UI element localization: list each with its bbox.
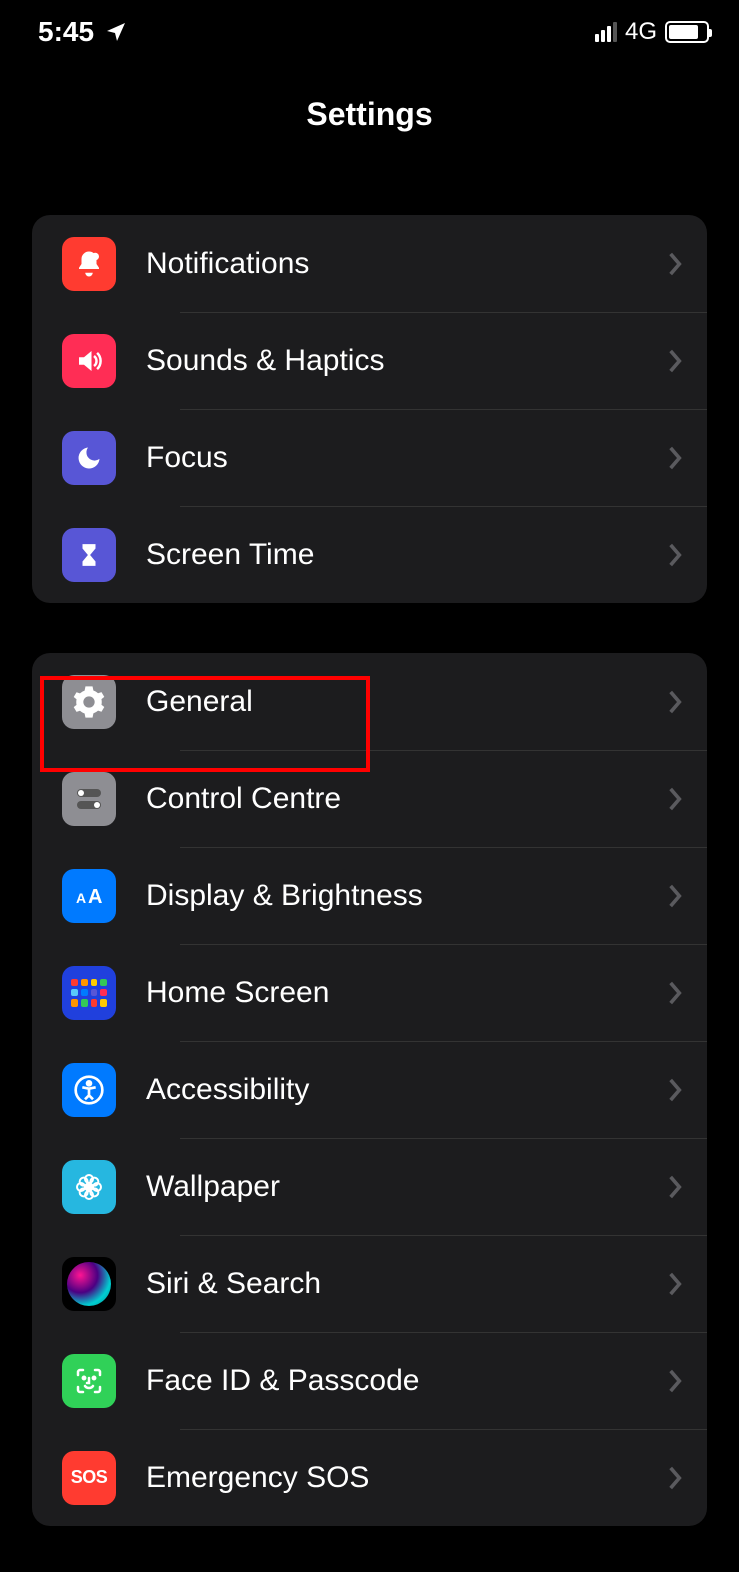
speaker-icon xyxy=(62,334,116,388)
flower-icon xyxy=(62,1160,116,1214)
row-focus[interactable]: Focus xyxy=(32,409,707,506)
row-label: General xyxy=(146,685,667,719)
location-icon xyxy=(104,20,128,44)
homegrid-icon xyxy=(62,966,116,1020)
row-label: Focus xyxy=(146,441,667,475)
row-label: Notifications xyxy=(146,247,667,281)
network-label: 4G xyxy=(625,18,657,46)
row-display-brightness[interactable]: AA Display & Brightness xyxy=(32,847,707,944)
chevron-right-icon xyxy=(667,883,683,909)
chevron-right-icon xyxy=(667,251,683,277)
page-title: Settings xyxy=(0,96,739,133)
row-notifications[interactable]: Notifications xyxy=(32,215,707,312)
chevron-right-icon xyxy=(667,542,683,568)
signal-icon xyxy=(595,22,617,42)
row-label: Accessibility xyxy=(146,1073,667,1107)
row-label: Control Centre xyxy=(146,782,667,816)
row-emergency-sos[interactable]: SOS Emergency SOS xyxy=(32,1429,707,1526)
row-home-screen[interactable]: Home Screen xyxy=(32,944,707,1041)
status-time: 5:45 xyxy=(38,16,94,48)
chevron-right-icon xyxy=(667,1368,683,1394)
row-wallpaper[interactable]: Wallpaper xyxy=(32,1138,707,1235)
chevron-right-icon xyxy=(667,1174,683,1200)
moon-icon xyxy=(62,431,116,485)
accessibility-icon xyxy=(62,1063,116,1117)
chevron-right-icon xyxy=(667,445,683,471)
faceid-icon xyxy=(62,1354,116,1408)
row-general[interactable]: General xyxy=(32,653,707,750)
svg-text:A: A xyxy=(88,886,102,908)
settings-content: Notifications Sounds & Haptics Focus Scr… xyxy=(0,215,739,1526)
sos-icon: SOS xyxy=(62,1451,116,1505)
row-control-centre[interactable]: Control Centre xyxy=(32,750,707,847)
textsize-icon: AA xyxy=(62,869,116,923)
row-label: Display & Brightness xyxy=(146,879,667,913)
status-right: 4G xyxy=(595,18,709,46)
bell-icon xyxy=(62,237,116,291)
row-label: Face ID & Passcode xyxy=(146,1364,667,1398)
status-left: 5:45 xyxy=(38,16,128,48)
settings-group: Notifications Sounds & Haptics Focus Scr… xyxy=(32,215,707,603)
chevron-right-icon xyxy=(667,689,683,715)
row-siri-search[interactable]: Siri & Search xyxy=(32,1235,707,1332)
toggles-icon xyxy=(62,772,116,826)
row-label: Screen Time xyxy=(146,538,667,572)
row-label: Wallpaper xyxy=(146,1170,667,1204)
chevron-right-icon xyxy=(667,786,683,812)
battery-icon xyxy=(665,21,709,43)
row-label: Home Screen xyxy=(146,976,667,1010)
siri-icon xyxy=(62,1257,116,1311)
svg-text:A: A xyxy=(76,890,86,906)
row-screen-time[interactable]: Screen Time xyxy=(32,506,707,603)
chevron-right-icon xyxy=(667,348,683,374)
row-faceid-passcode[interactable]: Face ID & Passcode xyxy=(32,1332,707,1429)
gear-icon xyxy=(62,675,116,729)
hourglass-icon xyxy=(62,528,116,582)
chevron-right-icon xyxy=(667,1077,683,1103)
row-label: Emergency SOS xyxy=(146,1461,667,1495)
row-accessibility[interactable]: Accessibility xyxy=(32,1041,707,1138)
chevron-right-icon xyxy=(667,1465,683,1491)
row-label: Siri & Search xyxy=(146,1267,667,1301)
settings-group: General Control Centre AA Display & Brig… xyxy=(32,653,707,1526)
chevron-right-icon xyxy=(667,980,683,1006)
chevron-right-icon xyxy=(667,1271,683,1297)
status-bar: 5:45 4G xyxy=(0,0,739,60)
page-header: Settings xyxy=(0,60,739,161)
row-label: Sounds & Haptics xyxy=(146,344,667,378)
row-sounds-haptics[interactable]: Sounds & Haptics xyxy=(32,312,707,409)
